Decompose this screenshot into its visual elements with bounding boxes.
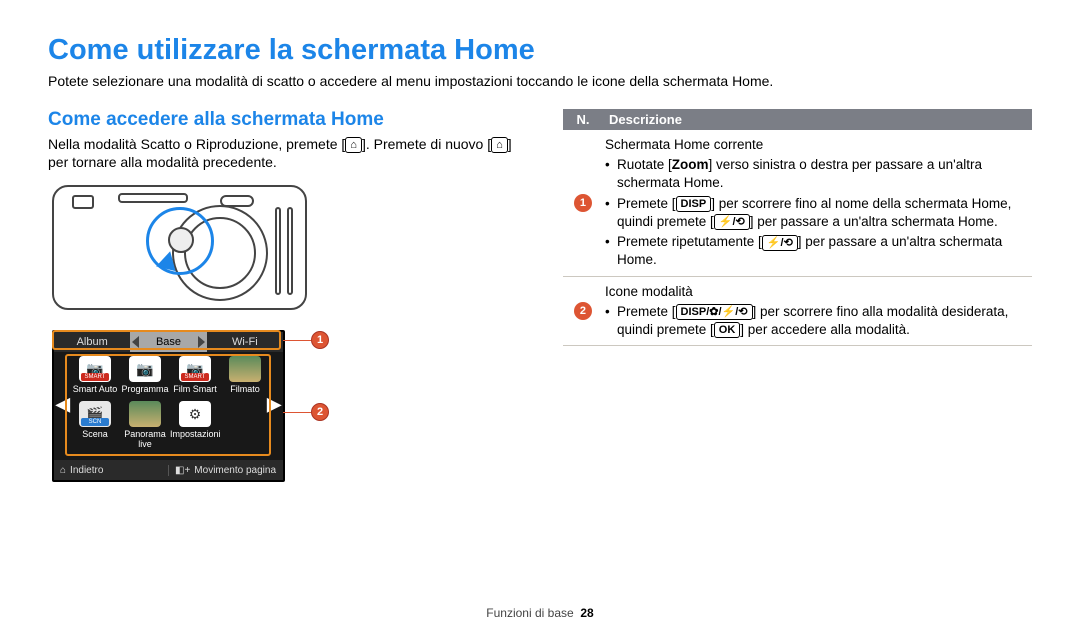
table-row: 2 Icone modalità Premete [] per scorrere… bbox=[563, 277, 1032, 347]
th-desc: Descrizione bbox=[603, 109, 1032, 130]
callout-2: 2 bbox=[311, 403, 329, 421]
disp-key-icon bbox=[676, 196, 712, 212]
tab-wifi: Wi-Fi bbox=[207, 332, 283, 352]
mode-film-smart: 📷SMARTFilm Smart bbox=[170, 356, 220, 401]
table-row: 1 Schermata Home corrente Ruotate [Zoom]… bbox=[563, 130, 1032, 277]
callout-line-1 bbox=[283, 340, 311, 341]
section-body: Nella modalità Scatto o Riproduzione, pr… bbox=[48, 135, 527, 171]
body-mid: ]. Premete di nuovo [ bbox=[362, 136, 491, 152]
tab-base: Base bbox=[130, 332, 206, 352]
row-num-1: 1 bbox=[574, 194, 592, 212]
home-small-icon: ⌂ bbox=[60, 465, 66, 476]
mode-scena: 🎬SCNScena bbox=[70, 401, 120, 458]
zoom-small-icon: ◧+ bbox=[175, 465, 190, 476]
callout-1: 1 bbox=[311, 331, 329, 349]
mode-panorama: Panorama live bbox=[120, 401, 170, 458]
row2-bullet1: Premete [] per scorrere fino alla modali… bbox=[605, 303, 1028, 339]
body-pre: Nella modalità Scatto o Riproduzione, pr… bbox=[48, 136, 345, 152]
footer-move: ◧+Movimento pagina bbox=[168, 465, 283, 476]
footer-back: ⌂Indietro bbox=[54, 465, 168, 476]
home-screen-mock: Album Base Wi-Fi ◀ ▶ 📷SMARTSmart Auto 📷P… bbox=[52, 330, 285, 482]
section-title: Come accedere alla schermata Home bbox=[48, 109, 527, 131]
row1-bullet2: Premete [] per scorrere fino al nome del… bbox=[605, 195, 1028, 231]
callout-line-2 bbox=[283, 412, 311, 413]
row1-bullet3: Premete ripetutamente [] per passare a u… bbox=[605, 233, 1028, 269]
row1-bullet1: Ruotate [Zoom] verso sinistra o destra p… bbox=[605, 156, 1028, 192]
mode-filmato: Filmato bbox=[220, 356, 270, 401]
th-n: N. bbox=[563, 109, 603, 130]
home-key-icon bbox=[345, 137, 362, 153]
camera-illustration bbox=[52, 185, 307, 310]
nav-left-icon: ◀ bbox=[56, 394, 70, 415]
mode-impostazioni: ⚙Impostazioni bbox=[170, 401, 220, 458]
flash-timer-key-icon bbox=[762, 235, 798, 251]
mode-smart-auto: 📷SMARTSmart Auto bbox=[70, 356, 120, 401]
intro-text: Potete selezionare una modalità di scatt… bbox=[48, 73, 1032, 89]
home-key-icon bbox=[491, 137, 508, 153]
ok-key-icon bbox=[714, 322, 741, 338]
nav-right-icon: ▶ bbox=[267, 394, 281, 415]
row2-title: Icone modalità bbox=[605, 283, 1028, 301]
table-header: N. Descrizione bbox=[563, 109, 1032, 130]
flash-timer-key-icon bbox=[714, 214, 750, 230]
row1-title: Schermata Home corrente bbox=[605, 136, 1028, 154]
page-footer: Funzioni di base 28 bbox=[0, 606, 1080, 620]
tab-album: Album bbox=[54, 332, 130, 352]
four-way-key-icon bbox=[676, 304, 753, 320]
mode-programma: 📷Programma bbox=[120, 356, 170, 401]
row-num-2: 2 bbox=[574, 302, 592, 320]
page-title: Come utilizzare la schermata Home bbox=[48, 34, 1032, 67]
